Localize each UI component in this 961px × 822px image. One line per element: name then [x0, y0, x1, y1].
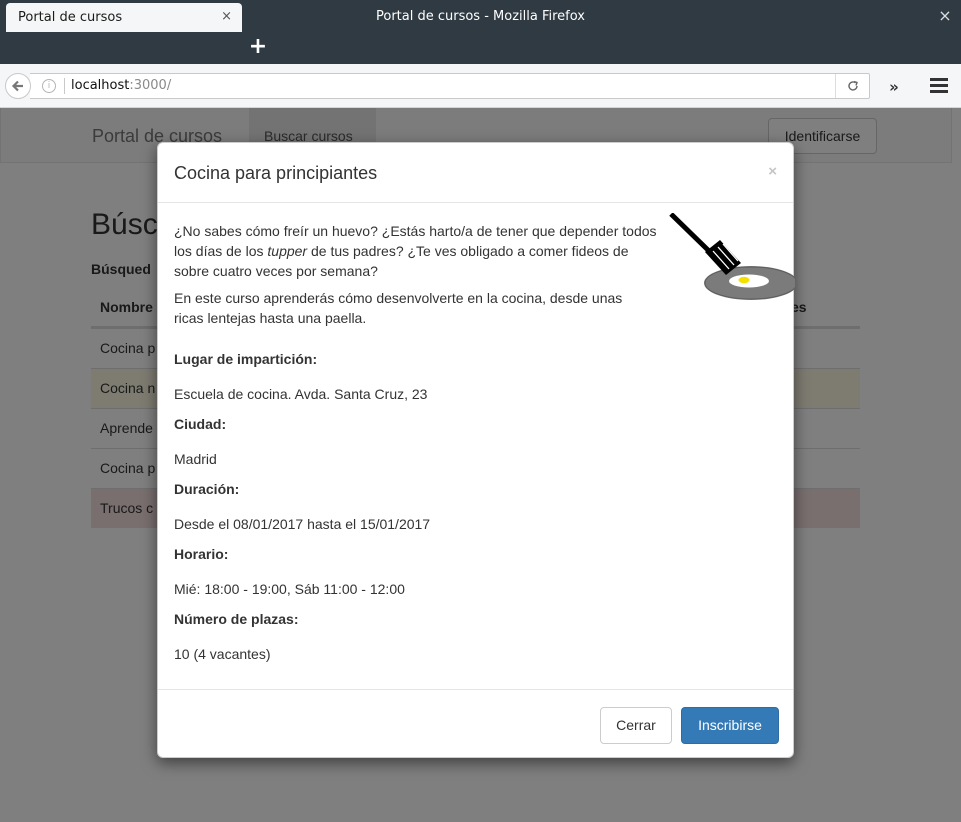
url-bar[interactable]: i localhost:3000/ [30, 73, 870, 99]
modal-footer: Cerrar Inscribirse [158, 689, 793, 757]
info-icon[interactable]: i [42, 79, 56, 93]
value-lugar: Escuela de cocina. Avda. Santa Cruz, 23 [174, 386, 428, 402]
value-plazas: 10 (4 vacantes) [174, 646, 271, 662]
fried-egg-pan-icon [669, 213, 795, 300]
inscribirse-button[interactable]: Inscribirse [681, 707, 779, 744]
tab-close-button[interactable]: × [221, 9, 232, 24]
url-host: localhost [71, 78, 130, 93]
window-title: Portal de cursos - Mozilla Firefox [375, 8, 585, 24]
back-arrow-icon [11, 80, 23, 92]
modal-close-icon[interactable]: × [768, 163, 777, 180]
course-modal: Cocina para principiantes × ¿No sabes có… [157, 142, 795, 758]
cerrar-button[interactable]: Cerrar [600, 707, 672, 744]
description-emphasis: tupper [267, 243, 308, 259]
url-separator [64, 78, 65, 94]
label-lugar: Lugar de impartición: [174, 351, 318, 367]
overflow-chevron-button[interactable]: » [882, 75, 906, 99]
tab-bar [0, 32, 961, 64]
label-plazas: Número de plazas: [174, 611, 299, 627]
tab-label: Portal de cursos [18, 10, 123, 25]
label-ciudad: Ciudad: [174, 416, 227, 432]
value-duracion: Desde el 08/01/2017 hasta el 15/01/2017 [174, 516, 431, 532]
reload-icon [847, 80, 858, 91]
tab-portal-de-cursos[interactable]: Portal de cursos × [6, 3, 242, 32]
label-horario: Horario: [174, 546, 229, 562]
modal-header: Cocina para principiantes × [158, 143, 793, 203]
modal-title: Cocina para principiantes [174, 163, 378, 183]
label-duracion: Duración: [174, 481, 240, 497]
window-close-button[interactable]: × [935, 6, 955, 25]
navigation-bar: i localhost:3000/ [0, 64, 961, 108]
hamburger-menu-icon[interactable] [930, 78, 948, 94]
url-text[interactable]: localhost:3000/ [71, 78, 171, 93]
course-description-2: En este curso aprenderás cómo desenvolve… [174, 290, 623, 326]
back-button[interactable] [5, 73, 31, 99]
url-port-path: :3000/ [129, 78, 172, 93]
new-tab-button[interactable]: + [248, 35, 268, 59]
value-horario: Mié: 18:00 - 19:00, Sáb 11:00 - 12:00 [174, 581, 405, 597]
reload-button[interactable] [835, 74, 869, 98]
value-ciudad: Madrid [174, 451, 217, 467]
course-description: ¿No sabes cómo freír un huevo? ¿Estás ha… [174, 221, 659, 281]
modal-body: ¿No sabes cómo freír un huevo? ¿Estás ha… [174, 213, 795, 662]
